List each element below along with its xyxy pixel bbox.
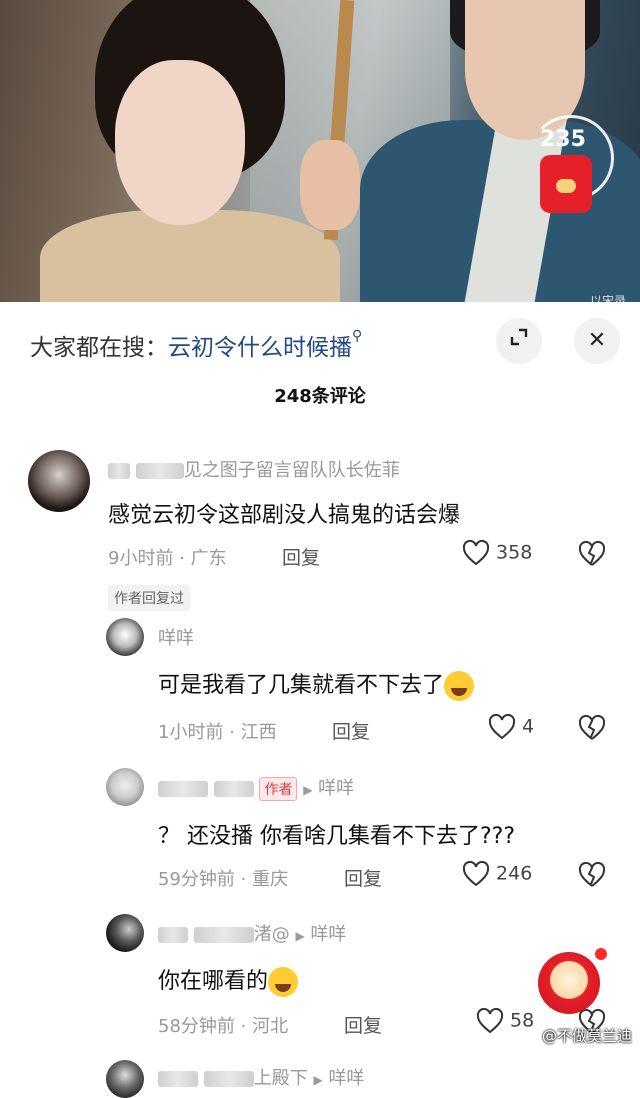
- close-button[interactable]: ✕: [574, 318, 620, 364]
- reply-button[interactable]: 回复: [344, 864, 382, 891]
- dislike-broken-heart-icon[interactable]: [578, 862, 606, 888]
- red-packet-floating-button[interactable]: [538, 952, 600, 1014]
- avatar[interactable]: [106, 618, 144, 656]
- reply-to-name: 咩咩: [328, 1068, 365, 1089]
- comment-time-location: 1小时前 · 江西: [158, 722, 277, 743]
- red-envelope-icon: [540, 155, 592, 213]
- expand-button[interactable]: [496, 318, 542, 364]
- username-text: 渚@: [253, 924, 290, 945]
- comment-text[interactable]: ？ 还没播 你看啥几集看不下去了???: [158, 818, 515, 850]
- reply-to-name: 咩咩: [318, 778, 355, 799]
- comment-username[interactable]: 作者 ▶ 咩咩: [158, 774, 354, 801]
- comment-username[interactable]: 见之图子留言留队队长佐菲: [108, 456, 400, 482]
- counter-number: 235: [540, 127, 586, 152]
- reply-arrow-icon: ▶: [303, 783, 313, 797]
- reply-button[interactable]: 回复: [332, 717, 370, 744]
- like-button[interactable]: 246: [462, 861, 532, 887]
- heart-icon: [488, 714, 516, 740]
- comment-time-location: 58分钟前 · 河北: [158, 1016, 289, 1037]
- comment-text[interactable]: 你在哪看的: [158, 963, 299, 997]
- video-hand: [300, 140, 360, 230]
- comment-text-content: 你在哪看的: [158, 969, 269, 994]
- video-figure-woman-face: [115, 60, 245, 225]
- author-replied-badge: 作者回复过: [108, 585, 190, 611]
- author-tag: 作者: [259, 777, 298, 801]
- expand-icon: [510, 328, 528, 346]
- avatar[interactable]: [106, 914, 144, 952]
- like-count: 4: [522, 715, 535, 738]
- search-suggestion[interactable]: 大家都在搜：云初令什么时候播⚲: [30, 328, 362, 362]
- comment-text-content: 可是我看了几集就看不下去了: [158, 673, 445, 698]
- crying-laughing-emoji-icon: [444, 671, 475, 701]
- avatar[interactable]: [28, 450, 90, 512]
- weibo-watermark: @不做莫兰迪: [541, 1027, 632, 1045]
- comment-text[interactable]: 感觉云初令这部剧没人搞鬼的话会爆: [108, 497, 460, 529]
- reply-button[interactable]: 回复: [344, 1011, 382, 1038]
- avatar[interactable]: [106, 1060, 144, 1098]
- comment-username[interactable]: 咩咩: [158, 624, 194, 650]
- comment-text[interactable]: 可是我看了几集就看不下去了: [158, 667, 475, 701]
- dislike-broken-heart-icon[interactable]: [578, 715, 606, 741]
- comment-username[interactable]: 上殿下 ▶ 咩咩: [158, 1064, 364, 1090]
- reply-arrow-icon: ▶: [313, 1073, 323, 1087]
- reply-arrow-icon: ▶: [295, 929, 305, 943]
- heart-icon: [462, 861, 490, 887]
- crying-laughing-emoji-icon: [268, 967, 299, 997]
- username-text: 上殿下: [253, 1068, 308, 1089]
- reply-to-name: 咩咩: [310, 924, 347, 945]
- avatar[interactable]: [106, 768, 144, 806]
- comment-count-title: 248条评论: [274, 386, 366, 407]
- like-count: 58: [510, 1009, 535, 1032]
- notification-dot: [593, 946, 609, 962]
- comment-time-location: 9小时前 · 广东: [108, 548, 227, 569]
- like-count: 358: [496, 541, 533, 564]
- red-envelope-counter[interactable]: 235: [528, 115, 614, 215]
- heart-icon: [476, 1008, 504, 1034]
- comment-username[interactable]: 渚@ ▶ 咩咩: [158, 920, 346, 946]
- comment-time-location: 59分钟前 · 重庆: [158, 869, 289, 890]
- search-prefix: 大家都在搜：: [30, 335, 168, 361]
- username-text: 见之图子留言留队队长佐菲: [183, 460, 400, 481]
- close-icon: ✕: [587, 328, 607, 353]
- search-icon: ⚲: [352, 328, 363, 344]
- like-button[interactable]: 4: [488, 714, 534, 740]
- search-keyword[interactable]: 云初令什么时候播: [168, 335, 352, 361]
- reply-button[interactable]: 回复: [282, 543, 320, 570]
- like-button[interactable]: 358: [462, 540, 532, 566]
- dislike-broken-heart-icon[interactable]: [578, 541, 606, 567]
- like-count: 246: [496, 862, 533, 885]
- heart-icon: [462, 540, 490, 566]
- like-button[interactable]: 58: [476, 1008, 534, 1034]
